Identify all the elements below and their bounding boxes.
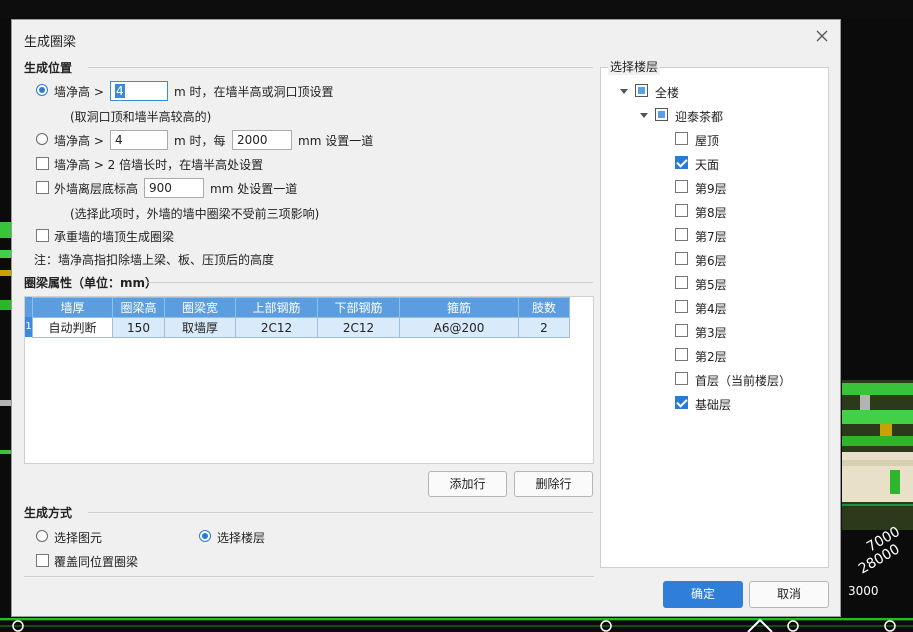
table-cell[interactable]: 150 [112, 317, 165, 338]
floor-label: 第8层 [695, 206, 727, 220]
ok-button[interactable]: 确定 [663, 581, 743, 608]
floor-label: 基础层 [695, 398, 732, 412]
floor-label: 天面 [695, 158, 720, 172]
floor-checkbox[interactable] [675, 180, 688, 193]
floor-label: 第3层 [695, 326, 727, 340]
table-cell[interactable]: 2C12 [317, 317, 400, 338]
all-floors-label: 全楼 [655, 86, 680, 100]
col-header[interactable]: 圈梁高 [112, 297, 165, 318]
col-header[interactable]: 下部钢筋 [317, 297, 400, 318]
floor-checkbox[interactable] [675, 396, 688, 409]
generate-ring-beam-dialog: 生成圈梁 生成位置 墙净高 > 4 m 时，在墙半高或洞口顶设置 (取洞口顶和墙… [11, 19, 841, 617]
floor-checkbox[interactable] [675, 252, 688, 265]
select-element-radio[interactable] [36, 530, 48, 542]
opt4-elevation-input[interactable]: 900 [144, 178, 204, 198]
opt2-mid: m 时，每 [174, 134, 226, 148]
expand-arrow-icon[interactable] [640, 113, 648, 118]
floor-checkbox[interactable] [675, 132, 688, 145]
col-header[interactable]: 肢数 [518, 297, 570, 318]
select-floor-radio[interactable] [199, 530, 211, 542]
table-cell[interactable]: 2C12 [235, 317, 318, 338]
expand-arrow-icon[interactable] [620, 89, 628, 94]
row-number[interactable]: 1 [25, 317, 32, 337]
table-cell[interactable]: 2 [518, 317, 570, 338]
section-generate-mode: 生成方式 [24, 506, 73, 520]
opt5-label: 承重墙的墙顶生成圈梁 [54, 230, 175, 244]
beam-table: 墙厚 圈梁高 圈梁宽 上部钢筋 下部钢筋 箍筋 肢数 自动判断 150 取墙厚 … [32, 297, 570, 338]
table-cell[interactable]: 取墙厚 [164, 317, 236, 338]
opt1-note: (取洞口顶和墙半高较高的) [70, 110, 212, 124]
floor-checkbox[interactable] [675, 276, 688, 289]
opt5-checkbox[interactable] [36, 229, 49, 242]
col-header[interactable]: 箍筋 [399, 297, 519, 318]
divider [24, 576, 594, 577]
divider [88, 67, 593, 68]
floor-checkbox[interactable] [675, 156, 688, 169]
divider [148, 282, 593, 283]
all-floors-checkbox[interactable] [635, 84, 648, 97]
table-corner [25, 297, 32, 317]
col-header[interactable]: 上部钢筋 [235, 297, 318, 318]
floor-label: 首层（当前楼层） [695, 374, 792, 388]
select-floor-label: 选择楼层 [217, 531, 266, 545]
cancel-button[interactable]: 取消 [749, 581, 829, 608]
opt2-label: 墙净高 > [54, 134, 104, 148]
floor-label: 屋顶 [695, 134, 720, 148]
floor-label: 第2层 [695, 350, 727, 364]
overwrite-checkbox[interactable] [36, 554, 49, 567]
footnote: 注：墙净高指扣除墙上梁、板、压顶后的高度 [34, 253, 275, 267]
opt4-suffix: mm 处设置一道 [210, 182, 298, 196]
opt2-suffix: mm 设置一道 [298, 134, 374, 148]
opt4-note: (选择此项时，外墙的墙中圈梁不受前三项影响) [70, 207, 320, 221]
opt2-every-input[interactable]: 2000 [232, 130, 292, 150]
floor-checkbox[interactable] [675, 348, 688, 361]
add-row-button[interactable]: 添加行 [428, 471, 507, 497]
floor-checkbox[interactable] [675, 372, 688, 385]
opt4-checkbox[interactable] [36, 181, 49, 194]
opt1-radio[interactable] [36, 84, 48, 96]
dialog-title: 生成圈梁 [24, 35, 77, 50]
section-beam-props: 圈梁属性（单位：mm） [24, 276, 158, 290]
delete-row-button[interactable]: 删除行 [514, 471, 593, 497]
table-cell[interactable]: 自动判断 [32, 317, 113, 338]
table-header-row: 墙厚 圈梁高 圈梁宽 上部钢筋 下部钢筋 箍筋 肢数 [32, 297, 570, 318]
floor-label: 第9层 [695, 182, 727, 196]
divider [88, 512, 593, 513]
col-header[interactable]: 墙厚 [32, 297, 113, 318]
opt3-label: 墙净高 > 2 倍墙长时，在墙半高处设置 [54, 158, 264, 172]
floor-select-legend: 选择楼层 [608, 58, 661, 75]
opt2-height-input[interactable]: 4 [110, 130, 168, 150]
table-cell[interactable]: A6@200 [399, 317, 519, 338]
floor-checkbox[interactable] [675, 300, 688, 313]
floor-checkbox[interactable] [675, 324, 688, 337]
opt2-radio[interactable] [36, 133, 48, 145]
section-generate-position: 生成位置 [24, 61, 73, 75]
floor-label: 第7层 [695, 230, 727, 244]
opt3-checkbox[interactable] [36, 157, 49, 170]
floor-label: 第6层 [695, 254, 727, 268]
opt1-height-value: 4 [115, 84, 125, 98]
floor-label: 第5层 [695, 278, 727, 292]
floor-checkbox[interactable] [675, 228, 688, 241]
floor-checkbox[interactable] [675, 204, 688, 217]
overwrite-label: 覆盖同位置圈梁 [54, 555, 139, 569]
opt1-label: 墙净高 > [54, 85, 104, 99]
table-row[interactable]: 自动判断 150 取墙厚 2C12 2C12 A6@200 2 [32, 317, 570, 338]
close-icon[interactable] [814, 28, 830, 44]
opt1-suffix: m 时，在墙半高或洞口顶设置 [174, 85, 334, 99]
floor-label: 第4层 [695, 302, 727, 316]
select-element-label: 选择图元 [54, 531, 103, 545]
opt1-height-input[interactable]: 4 [110, 81, 168, 101]
col-header[interactable]: 圈梁宽 [164, 297, 236, 318]
beam-table-panel: 1 墙厚 圈梁高 圈梁宽 上部钢筋 下部钢筋 箍筋 肢数 自动判断 150 取墙… [24, 296, 594, 464]
building-checkbox[interactable] [655, 108, 668, 121]
opt4-label: 外墙离层底标高 [54, 182, 139, 196]
bg-dim-label: 3000 [848, 584, 879, 598]
building-label: 迎泰茶都 [675, 110, 724, 124]
